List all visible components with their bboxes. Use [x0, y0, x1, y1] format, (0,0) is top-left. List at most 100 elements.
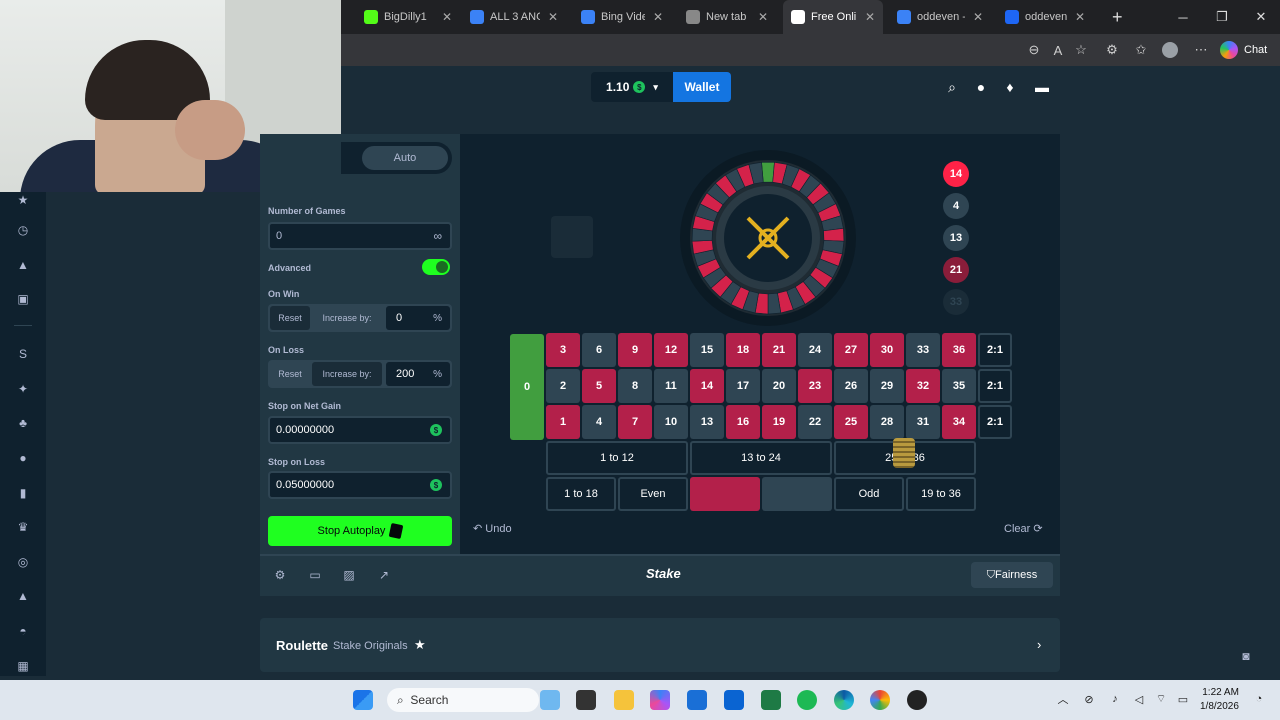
bet-cell-number[interactable]: 20 [762, 369, 796, 403]
blackjack-icon[interactable]: ▲ [15, 588, 31, 604]
close-tab-icon[interactable]: ✕ [865, 10, 875, 24]
bet-cell-number[interactable]: 3 [546, 333, 580, 367]
new-releases-icon[interactable]: ✦ [15, 381, 31, 397]
exclusives-icon[interactable]: ♛ [15, 519, 31, 535]
bet-cell-number[interactable]: 14 [690, 369, 724, 403]
bet-cell-number[interactable]: 35 [942, 369, 976, 403]
bet-cell-number[interactable]: 21 [762, 333, 796, 367]
chevron-right-icon[interactable]: › [1037, 637, 1041, 652]
bet-cell-dozen[interactable]: 1 to 12 [546, 441, 688, 475]
bets-icon[interactable]: ▣ [15, 291, 31, 307]
bet-cell-number[interactable]: 36 [942, 333, 976, 367]
outlook-icon[interactable] [724, 690, 744, 710]
bet-cell-column[interactable]: 2:1 [978, 405, 1012, 439]
new-tab-button[interactable]: + [1104, 0, 1131, 34]
bet-cell-outside[interactable]: 1 to 18 [546, 477, 616, 511]
tray-app-icon[interactable]: ⊘ [1082, 692, 1096, 706]
bet-cell-number[interactable]: 9 [618, 333, 652, 367]
bet-cell-number[interactable]: 31 [906, 405, 940, 439]
bet-cell-number[interactable]: 24 [798, 333, 832, 367]
microphone-icon[interactable]: ♪ [1108, 692, 1122, 706]
system-clock[interactable]: 1:22 AM 1/8/2026 [1200, 686, 1239, 714]
browser-tab[interactable]: BigDilly1 ✕ [356, 0, 460, 34]
undo-button[interactable]: ↶ Undo [473, 522, 512, 535]
edge-icon[interactable] [834, 690, 854, 710]
live-casino-icon[interactable]: ● [15, 450, 31, 466]
close-tab-icon[interactable]: ✕ [548, 10, 558, 24]
bet-cell-number[interactable]: 16 [726, 405, 760, 439]
close-tab-icon[interactable]: ✕ [973, 10, 983, 24]
on-win-reset-button[interactable]: Reset [270, 306, 310, 330]
bet-cell-number[interactable]: 30 [870, 333, 904, 367]
bet-cell-number[interactable]: 19 [762, 405, 796, 439]
browser-tab[interactable]: oddeven: Bit ✕ [997, 0, 1093, 34]
bet-cell-number[interactable]: 6 [582, 333, 616, 367]
bet-cell-number[interactable]: 11 [654, 369, 688, 403]
bet-cell-number[interactable]: 27 [834, 333, 868, 367]
on-loss-increase-button[interactable]: Increase by: [312, 362, 382, 386]
close-window-icon[interactable]: ✕ [1242, 0, 1280, 34]
close-tab-icon[interactable]: ✕ [653, 10, 663, 24]
extensions-icon[interactable]: ⚙ [1103, 41, 1121, 59]
bet-cell-number[interactable]: 32 [906, 369, 940, 403]
bet-cell-number[interactable]: 29 [870, 369, 904, 403]
star-icon[interactable]: ★ [15, 192, 31, 208]
user-icon[interactable]: ● [972, 78, 990, 96]
task-view-icon[interactable] [576, 690, 596, 710]
battery-icon[interactable]: ▭ [1176, 692, 1190, 706]
infinity-icon[interactable]: ∞ [433, 229, 442, 243]
bet-cell-outside[interactable]: Even [618, 477, 688, 511]
tray-chevron-icon[interactable]: ︿ [1056, 692, 1070, 706]
stop-loss-input[interactable]: 0.05000000 $ [268, 471, 452, 499]
recent-icon[interactable]: ◷ [15, 222, 31, 238]
minimize-icon[interactable]: ─ [1164, 0, 1202, 34]
store-icon[interactable] [687, 690, 707, 710]
read-aloud-icon[interactable]: A [1049, 41, 1067, 59]
file-explorer-icon[interactable] [614, 690, 634, 710]
bet-cell-number[interactable]: 12 [654, 333, 688, 367]
on-win-input[interactable]: 0% [386, 306, 450, 330]
bet-cell-number[interactable]: 28 [870, 405, 904, 439]
bet-cell-number[interactable]: 15 [690, 333, 724, 367]
support-icon[interactable]: ◙ [1236, 646, 1256, 666]
bet-cell-number[interactable]: 22 [798, 405, 832, 439]
bet-cell-number[interactable]: 23 [798, 369, 832, 403]
challenges-icon[interactable]: ▲ [15, 257, 31, 273]
profile-avatar[interactable] [1161, 41, 1179, 59]
games-input[interactable]: 0 ∞ [268, 222, 452, 250]
chrome-icon[interactable] [870, 690, 890, 710]
stop-gain-input[interactable]: 0.00000000 $ [268, 416, 452, 444]
bet-cell-outside[interactable]: Odd [834, 477, 904, 511]
app-icon[interactable] [907, 690, 927, 710]
popout-icon[interactable]: ↗ [377, 568, 391, 582]
slots-icon[interactable]: ♣ [15, 415, 31, 431]
widgets-icon[interactable] [540, 690, 560, 710]
wifi-icon[interactable]: ⌔ [1154, 692, 1168, 706]
browser-tab[interactable]: New tab ✕ [678, 0, 776, 34]
bet-cell-number[interactable]: 18 [726, 333, 760, 367]
more-menu-icon[interactable]: ⋯ [1192, 41, 1210, 59]
spotify-icon[interactable] [797, 690, 817, 710]
maximize-icon[interactable]: ❐ [1203, 0, 1241, 34]
bet-cell-number[interactable]: 26 [834, 369, 868, 403]
bet-cell-number[interactable]: 8 [618, 369, 652, 403]
on-loss-input[interactable]: 200% [386, 362, 450, 386]
start-icon[interactable] [353, 690, 373, 710]
wallet-button[interactable]: Wallet [673, 72, 731, 102]
settings-icon[interactable]: ⚙ [273, 568, 287, 582]
baccarat-icon[interactable]: ◓ [15, 623, 31, 639]
bet-cell-number[interactable]: 13 [690, 405, 724, 439]
bet-cell-number[interactable]: 34 [942, 405, 976, 439]
bet-cell-column[interactable]: 2:1 [978, 369, 1012, 403]
bet-cell-number[interactable]: 2 [546, 369, 580, 403]
stop-autoplay-button[interactable]: Stop Autoplay [268, 516, 452, 546]
tab-auto[interactable]: Auto [362, 146, 448, 170]
bet-cell-number[interactable]: 5 [582, 369, 616, 403]
bet-cell-number[interactable]: 10 [654, 405, 688, 439]
on-loss-reset-button[interactable]: Reset [270, 362, 310, 386]
clear-button[interactable]: Clear ⟳ [1004, 522, 1043, 535]
chat-icon[interactable]: ▬ [1033, 78, 1051, 96]
bet-cell-column[interactable]: 2:1 [978, 333, 1012, 367]
search-icon[interactable]: ⌕ [943, 78, 961, 96]
bet-cell-outside[interactable] [690, 477, 760, 511]
